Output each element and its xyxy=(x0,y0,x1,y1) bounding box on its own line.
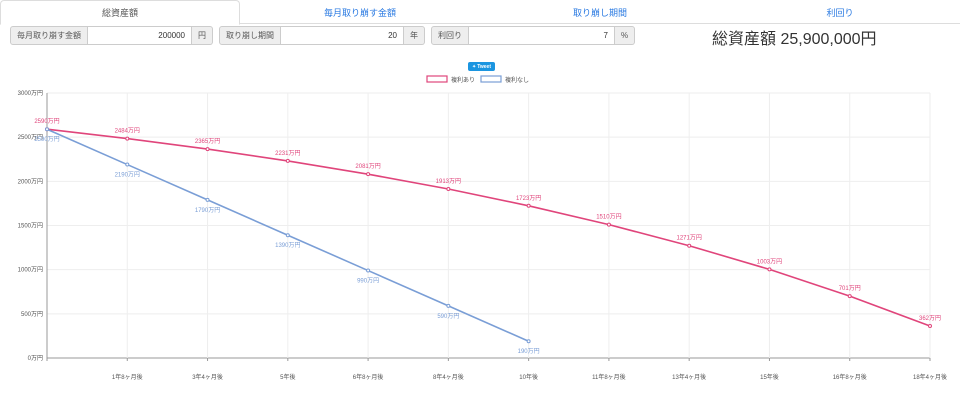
y-tick-label: 500万円 xyxy=(21,311,43,318)
data-label: 2590万円 xyxy=(34,136,59,143)
data-label: 701万円 xyxy=(839,285,861,292)
data-label: 1390万円 xyxy=(275,242,300,249)
data-point xyxy=(526,203,531,208)
y-tick-label: 0万円 xyxy=(28,355,43,362)
data-label: 1003万円 xyxy=(757,258,782,265)
x-tick-label: 13年4ヶ月後 xyxy=(672,373,706,381)
data-point xyxy=(446,187,451,192)
data-point xyxy=(526,339,531,344)
data-label: 2081万円 xyxy=(355,163,380,170)
data-point xyxy=(606,222,611,227)
x-tick-label: 5年後 xyxy=(280,373,295,381)
x-tick-label: 3年4ヶ月後 xyxy=(192,373,223,381)
legend-label: 複利あり xyxy=(451,76,475,84)
x-tick-label: 15年後 xyxy=(760,373,779,381)
data-label: 590万円 xyxy=(437,313,459,320)
data-point xyxy=(366,172,371,177)
data-point xyxy=(366,268,371,273)
line-chart: 0万円500万円1000万円1500万円2000万円2500万円3000万円1年… xyxy=(18,75,947,381)
data-label: 1510万円 xyxy=(596,214,621,221)
data-point xyxy=(767,267,772,272)
x-tick-label: 1年8ヶ月後 xyxy=(112,373,143,381)
data-label: 2365万円 xyxy=(195,138,220,145)
data-label: 190万円 xyxy=(518,348,540,355)
x-tick-label: 18年4ヶ月後 xyxy=(913,373,947,381)
x-tick-label: 16年8ヶ月後 xyxy=(833,373,867,381)
data-point xyxy=(687,243,692,248)
data-label: 990万円 xyxy=(357,278,379,285)
data-label: 2590万円 xyxy=(34,118,59,125)
data-point xyxy=(285,158,290,163)
x-tick-label: 8年4ヶ月後 xyxy=(433,373,464,381)
data-point xyxy=(125,162,130,167)
data-point xyxy=(205,147,210,152)
series-line xyxy=(46,128,931,327)
data-label: 2190万円 xyxy=(115,172,140,179)
x-tick-label: 11年8ヶ月後 xyxy=(592,373,626,381)
x-tick-label: 6年8ヶ月後 xyxy=(353,373,384,381)
data-point xyxy=(847,294,852,299)
y-tick-label: 3000万円 xyxy=(18,90,43,97)
y-tick-label: 2000万円 xyxy=(18,178,43,185)
data-label: 362万円 xyxy=(919,315,941,322)
data-point xyxy=(446,303,451,308)
data-label: 1271万円 xyxy=(677,235,702,242)
data-label: 2484万円 xyxy=(115,128,140,135)
data-point xyxy=(205,197,210,202)
legend-swatch xyxy=(480,75,502,83)
data-point xyxy=(285,233,290,238)
x-tick-label: 10年後 xyxy=(519,373,538,381)
legend-swatch xyxy=(426,75,448,83)
y-tick-label: 1500万円 xyxy=(18,223,43,230)
data-label: 2231万円 xyxy=(275,150,300,157)
legend-label: 複利なし xyxy=(505,76,529,84)
data-point xyxy=(125,136,130,141)
data-label: 1790万円 xyxy=(195,207,220,214)
y-tick-label: 1000万円 xyxy=(18,267,43,274)
data-point xyxy=(928,324,932,329)
data-label: 1913万円 xyxy=(436,178,461,185)
data-label: 1723万円 xyxy=(516,195,541,202)
data-point xyxy=(45,127,49,132)
